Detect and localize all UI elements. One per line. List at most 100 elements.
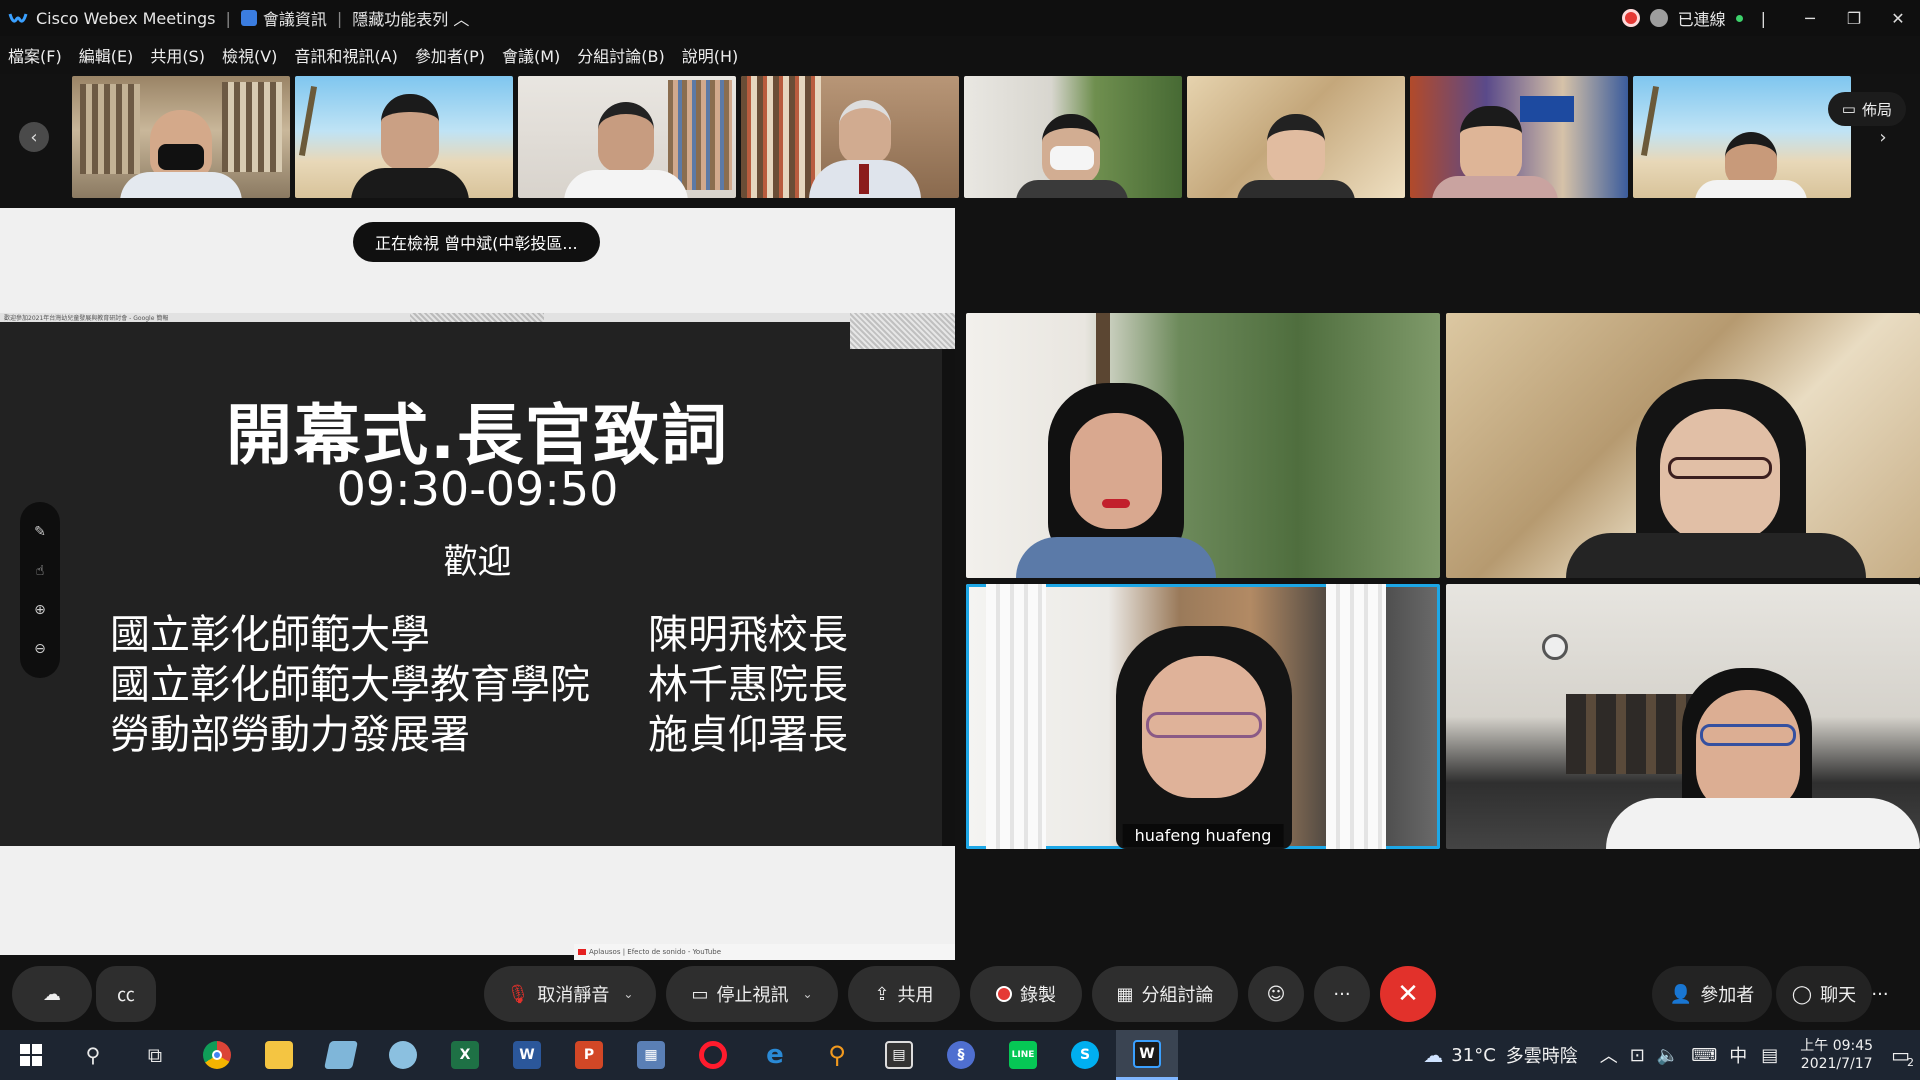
youtube-tab: Aplausos | Efecto de sonido - YouTube bbox=[574, 944, 955, 960]
panel-more-button[interactable]: ··· bbox=[1852, 966, 1908, 1022]
clapperboard-icon: ▤ bbox=[885, 1041, 913, 1069]
participant-thumbnail[interactable] bbox=[72, 76, 290, 198]
breakout-button[interactable]: ▦ 分組討論 bbox=[1092, 966, 1238, 1022]
hide-menu-button[interactable]: 隱藏功能表列 ︿ bbox=[352, 6, 469, 30]
minimize-button[interactable]: ─ bbox=[1788, 0, 1832, 36]
glasses-icon bbox=[1146, 712, 1262, 738]
captions-button[interactable]: ㏄ bbox=[96, 966, 156, 1022]
viewing-indicator[interactable]: 正在檢視 曾中斌(中彰投區... bbox=[353, 222, 600, 262]
person-body bbox=[1566, 533, 1866, 578]
chevron-up-icon[interactable]: ︿ bbox=[1600, 1042, 1618, 1068]
skype-app[interactable]: S bbox=[1054, 1030, 1116, 1080]
system-tray: ☁ 31°C 多雲時陰 ︿ ⊡ 🔈 ⌨ 中 ▤ 上午 09:45 2021/7/… bbox=[1423, 1030, 1920, 1080]
chevron-down-icon[interactable]: ⌄ bbox=[623, 987, 633, 1001]
notification-center-button[interactable]: ▭ 2 bbox=[1891, 1043, 1914, 1069]
participant-video[interactable] bbox=[1446, 584, 1920, 849]
participant-video-active-speaker[interactable]: huafeng huafeng bbox=[966, 584, 1440, 849]
slide-person: 施貞仰署長 bbox=[648, 712, 848, 758]
participant-thumbnail[interactable] bbox=[295, 76, 513, 198]
ime-mode-icon[interactable]: ▤ bbox=[1761, 1045, 1778, 1066]
menu-audio-video[interactable]: 音訊和視訊(A) bbox=[294, 43, 397, 67]
title-separator: | bbox=[336, 8, 343, 28]
pointer-icon[interactable]: ☝ bbox=[36, 563, 45, 579]
stop-video-button[interactable]: ▭ 停止視訊 ⌄ bbox=[666, 966, 838, 1022]
participant-video[interactable] bbox=[1446, 313, 1920, 578]
menu-participants[interactable]: 參加者(P) bbox=[415, 43, 485, 67]
weather-temp[interactable]: 31°C bbox=[1451, 1045, 1495, 1066]
chrome-app[interactable] bbox=[186, 1030, 248, 1080]
pen-icon[interactable]: ✎ bbox=[34, 524, 46, 540]
menu-share[interactable]: 共用(S) bbox=[150, 43, 205, 67]
zoom-in-icon[interactable]: ⊕ bbox=[34, 602, 46, 618]
menu-help[interactable]: 說明(H) bbox=[682, 43, 739, 67]
slide-scrollbar[interactable] bbox=[942, 322, 955, 846]
participant-thumbnail[interactable] bbox=[741, 76, 959, 198]
participant-thumbnail[interactable] bbox=[518, 76, 736, 198]
end-meeting-button[interactable]: ✕ bbox=[1380, 966, 1436, 1022]
opera-app[interactable] bbox=[682, 1030, 744, 1080]
line-app[interactable]: LINE bbox=[992, 1030, 1054, 1080]
webex-app[interactable]: W bbox=[1116, 1030, 1178, 1080]
menu-edit[interactable]: 編輯(E) bbox=[79, 43, 134, 67]
video-editor-app[interactable]: ▤ bbox=[868, 1030, 930, 1080]
app-pinned[interactable] bbox=[372, 1030, 434, 1080]
layout-button[interactable]: ▭ 佈局 bbox=[1827, 92, 1906, 126]
menu-meeting[interactable]: 會議(M) bbox=[502, 43, 560, 67]
bookshelf bbox=[741, 76, 821, 198]
start-button[interactable] bbox=[0, 1030, 62, 1080]
powerpoint-app[interactable]: P bbox=[558, 1030, 620, 1080]
record-label: 錄製 bbox=[1020, 985, 1056, 1006]
clock-date: 2021/7/17 bbox=[1800, 1056, 1873, 1072]
breakout-label: 分組討論 bbox=[1141, 985, 1214, 1006]
share-button[interactable]: ⇪ 共用 bbox=[848, 966, 960, 1022]
participant-thumbnail[interactable] bbox=[1410, 76, 1628, 198]
close-window-button[interactable]: ✕ bbox=[1876, 0, 1920, 36]
tie bbox=[859, 164, 869, 194]
lock-icon bbox=[1649, 9, 1668, 27]
network-icon[interactable]: ⊡ bbox=[1630, 1045, 1645, 1066]
youtube-icon bbox=[578, 949, 586, 955]
calculator-app[interactable]: ▦ bbox=[620, 1030, 682, 1080]
participants-button[interactable]: 👤 參加者 bbox=[1652, 966, 1772, 1022]
chevron-down-icon[interactable]: ⌄ bbox=[802, 987, 812, 1001]
participant-thumbnail[interactable] bbox=[1187, 76, 1405, 198]
captions-icon: ㏄ bbox=[117, 985, 135, 1006]
search-button[interactable]: ⚲ bbox=[62, 1030, 124, 1080]
person-body bbox=[564, 170, 688, 198]
person-body bbox=[1237, 180, 1355, 198]
meeting-info-button[interactable]: 會議資訊 bbox=[240, 6, 327, 30]
word-app[interactable]: W bbox=[496, 1030, 558, 1080]
keyboard-icon[interactable]: ⌨ bbox=[1691, 1045, 1717, 1066]
participant-video[interactable] bbox=[966, 313, 1440, 578]
search-icon: ⚲ bbox=[85, 1043, 101, 1067]
reactions-button[interactable]: ☺ bbox=[1248, 966, 1304, 1022]
app-pinned[interactable] bbox=[310, 1030, 372, 1080]
menu-file[interactable]: 檔案(F) bbox=[8, 43, 62, 67]
active-speaker-name: huafeng huafeng bbox=[1122, 824, 1284, 847]
smiley-icon: ☺ bbox=[1266, 983, 1286, 1005]
wall-clock-icon bbox=[1542, 634, 1568, 660]
volume-icon[interactable]: 🔈 bbox=[1657, 1045, 1679, 1066]
weather-text[interactable]: 多雲時陰 bbox=[1506, 1042, 1578, 1068]
unmute-button[interactable]: 🎙 取消靜音 ⌄ bbox=[484, 966, 656, 1022]
more-options-button[interactable]: ··· bbox=[1314, 966, 1370, 1022]
ime-indicator[interactable]: 中 bbox=[1729, 1042, 1747, 1068]
menu-breakout[interactable]: 分組討論(B) bbox=[577, 43, 664, 67]
menu-view[interactable]: 檢視(V) bbox=[222, 43, 277, 67]
zoom-out-icon[interactable]: ⊖ bbox=[34, 641, 46, 657]
participant-thumbnail[interactable] bbox=[1633, 76, 1851, 198]
clock[interactable]: 上午 09:45 2021/7/17 bbox=[1800, 1037, 1873, 1073]
search-app[interactable]: ⚲ bbox=[806, 1030, 868, 1080]
excel-app[interactable]: X bbox=[434, 1030, 496, 1080]
restore-button[interactable]: ❐ bbox=[1832, 0, 1876, 36]
edge-app[interactable]: e bbox=[744, 1030, 806, 1080]
file-explorer-app[interactable] bbox=[248, 1030, 310, 1080]
status-button[interactable]: ☁ bbox=[12, 966, 92, 1022]
task-view-button[interactable]: ⧉ bbox=[124, 1030, 186, 1080]
participant-thumbnail[interactable] bbox=[964, 76, 1182, 198]
strip-prev-button[interactable]: ‹ bbox=[19, 122, 49, 152]
strip-next-button[interactable]: › bbox=[1868, 122, 1898, 152]
person-face bbox=[839, 100, 891, 164]
app-pinned[interactable]: § bbox=[930, 1030, 992, 1080]
record-button[interactable]: 錄製 bbox=[970, 966, 1082, 1022]
